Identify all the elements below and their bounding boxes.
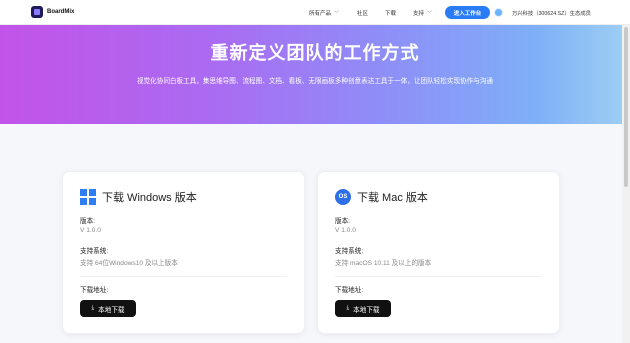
mac-download-card: OS 下载 Mac 版本 版本: V 1.0.0 支持系统: 支持 macOS …: [317, 171, 560, 334]
system-value: 支持 64位Windows10 及以上版本: [80, 260, 178, 267]
nav-item-label: 所有产品: [309, 11, 332, 17]
download-address-label: 下载地址:: [335, 287, 364, 294]
hero-title: 重新定义团队的工作方式: [210, 43, 420, 63]
local-download-button[interactable]: ⤓ 本地下载: [335, 300, 391, 317]
nav-item-products[interactable]: 所有产品 ﹀: [309, 9, 339, 17]
nav-item-download[interactable]: 下载: [385, 9, 396, 17]
chevron-down-icon: ﹀: [334, 11, 340, 17]
top-navbar: BoardMix 所有产品 ﹀ 社区 下载 支持 ﹀ 进入工作台 万兴科技（3006…: [0, 0, 630, 25]
nav-item-label: 社区: [357, 11, 369, 17]
nav-item-label: 下载: [385, 11, 397, 17]
nav-item-label: 支持: [413, 11, 425, 17]
divider: [80, 276, 287, 277]
brand-name: BoardMix: [47, 9, 75, 15]
macos-icon: OS: [335, 189, 351, 205]
download-icon: ⤓: [346, 305, 350, 311]
brand-logo[interactable]: BoardMix: [31, 6, 74, 18]
user-org-label: 万兴科技（300624.SZ）生态成员: [512, 11, 591, 17]
scrollbar-thumb[interactable]: [624, 27, 628, 187]
download-icon: ⤓: [91, 305, 95, 311]
card-header: 下载 Windows 版本: [80, 189, 197, 205]
version-value: V 1.0.0: [80, 227, 101, 234]
hero-subtitle: 视觉化协同白板工具，集思维导图、流程图、文档、看板、无限画板多种创意表达工具于一…: [136, 78, 494, 85]
page-scrollbar[interactable]: [622, 25, 630, 343]
button-label: 本地下载: [98, 306, 125, 314]
nav-item-support[interactable]: 支持 ﹀: [413, 9, 432, 17]
hero-banner: 重新定义团队的工作方式 视觉化协同白板工具，集思维导图、流程图、文档、看板、无限…: [0, 25, 630, 124]
chevron-down-icon: ﹀: [427, 11, 433, 17]
version-label: 版本:: [80, 218, 96, 225]
system-label: 支持系统:: [80, 248, 109, 255]
card-title: 下载 Windows 版本: [102, 192, 197, 204]
card-title: 下载 Mac 版本: [357, 192, 428, 204]
card-header: OS 下载 Mac 版本: [335, 189, 428, 205]
local-download-button[interactable]: ⤓ 本地下载: [80, 300, 136, 317]
nav-item-community[interactable]: 社区: [357, 9, 368, 17]
windows-icon: [80, 189, 96, 205]
button-label: 本地下载: [353, 306, 380, 314]
version-label: 版本:: [335, 218, 351, 225]
boardmix-logo-icon: [31, 6, 43, 18]
download-address-label: 下载地址:: [80, 287, 109, 294]
enter-workspace-button[interactable]: 进入工作台: [445, 6, 490, 19]
divider: [335, 276, 542, 277]
windows-download-card: 下载 Windows 版本 版本: V 1.0.0 支持系统: 支持 64位Wi…: [62, 171, 305, 334]
avatar[interactable]: [494, 8, 503, 17]
version-value: V 1.0.0: [335, 227, 356, 234]
system-value: 支持 macOS 10.11 及以上的版本: [335, 260, 432, 267]
system-label: 支持系统:: [335, 248, 364, 255]
